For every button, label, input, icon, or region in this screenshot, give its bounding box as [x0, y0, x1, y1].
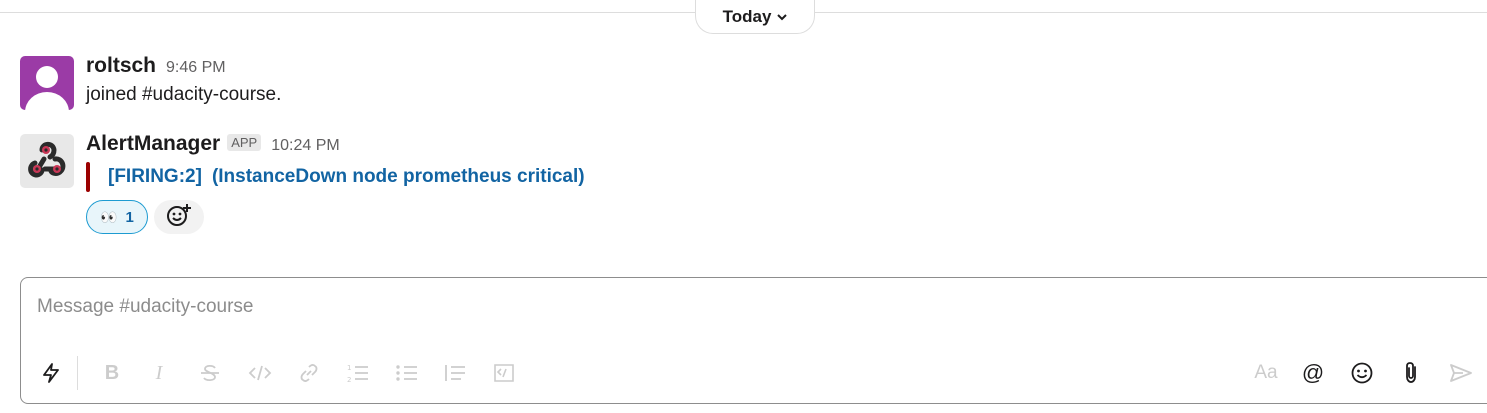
avatar[interactable] [20, 134, 74, 188]
message-timestamp[interactable]: 9:46 PM [166, 59, 226, 77]
emoji-icon[interactable] [1349, 360, 1375, 386]
message-alertmanager: AlertManager APP 10:24 PM [FIRING:2] (Ins… [20, 132, 585, 234]
ordered-list-icon[interactable]: 12 [345, 360, 371, 386]
attachment-summary: (InstanceDown node prometheus critical) [211, 166, 585, 187]
code-block-icon[interactable] [491, 360, 517, 386]
reaction-count: 1 [125, 208, 134, 226]
composer-toolbar: B I 12 Aa @ [21, 356, 1487, 390]
attachment-title-link[interactable]: [FIRING:2] (InstanceDown node prometheus … [108, 166, 585, 188]
app-badge: APP [227, 134, 262, 151]
chevron-down-icon [777, 12, 788, 24]
message-timestamp[interactable]: 10:24 PM [271, 137, 339, 155]
message-composer: B I 12 Aa @ [20, 277, 1487, 404]
reaction-eyes[interactable]: 👀 1 [86, 200, 148, 234]
code-icon[interactable] [247, 360, 273, 386]
bulleted-list-icon[interactable] [394, 360, 420, 386]
default-user-avatar-body [25, 92, 69, 110]
italic-icon[interactable]: I [146, 360, 172, 386]
attachment-color-bar [86, 162, 90, 192]
svg-text:1: 1 [347, 364, 351, 372]
add-reaction-button[interactable] [154, 200, 204, 234]
link-icon[interactable] [296, 360, 322, 386]
attach-icon[interactable] [1398, 360, 1424, 386]
day-divider-label: Today [722, 6, 772, 26]
send-icon[interactable] [1448, 360, 1474, 386]
day-divider-button[interactable]: Today [695, 0, 815, 34]
mention-icon[interactable]: @ [1300, 360, 1326, 386]
message-roltsch: roltsch 9:46 PM joined #udacity-course. [20, 54, 282, 110]
eyes-emoji-icon: 👀 [100, 208, 118, 225]
add-emoji-icon [166, 202, 192, 233]
blockquote-icon[interactable] [442, 360, 468, 386]
message-input[interactable] [37, 296, 1237, 318]
avatar[interactable] [20, 56, 74, 110]
svg-text:2: 2 [347, 376, 351, 384]
bold-icon[interactable]: B [99, 360, 125, 386]
reaction-bar: 👀 1 [86, 200, 585, 234]
format-toggle-icon[interactable]: Aa [1251, 360, 1281, 386]
default-user-avatar-head [36, 66, 58, 88]
message-sender[interactable]: roltsch [86, 54, 156, 78]
toolbar-separator [77, 356, 78, 390]
message-sender[interactable]: AlertManager [86, 132, 220, 156]
attachment-status: [FIRING:2] [108, 166, 202, 187]
strikethrough-icon[interactable] [197, 360, 223, 386]
shortcuts-icon[interactable] [38, 360, 64, 386]
message-attachment: [FIRING:2] (InstanceDown node prometheus … [86, 162, 585, 192]
format-toggle-label: Aa [1254, 362, 1278, 383]
webhook-icon [25, 137, 69, 186]
message-text: joined #udacity-course. [86, 84, 282, 105]
